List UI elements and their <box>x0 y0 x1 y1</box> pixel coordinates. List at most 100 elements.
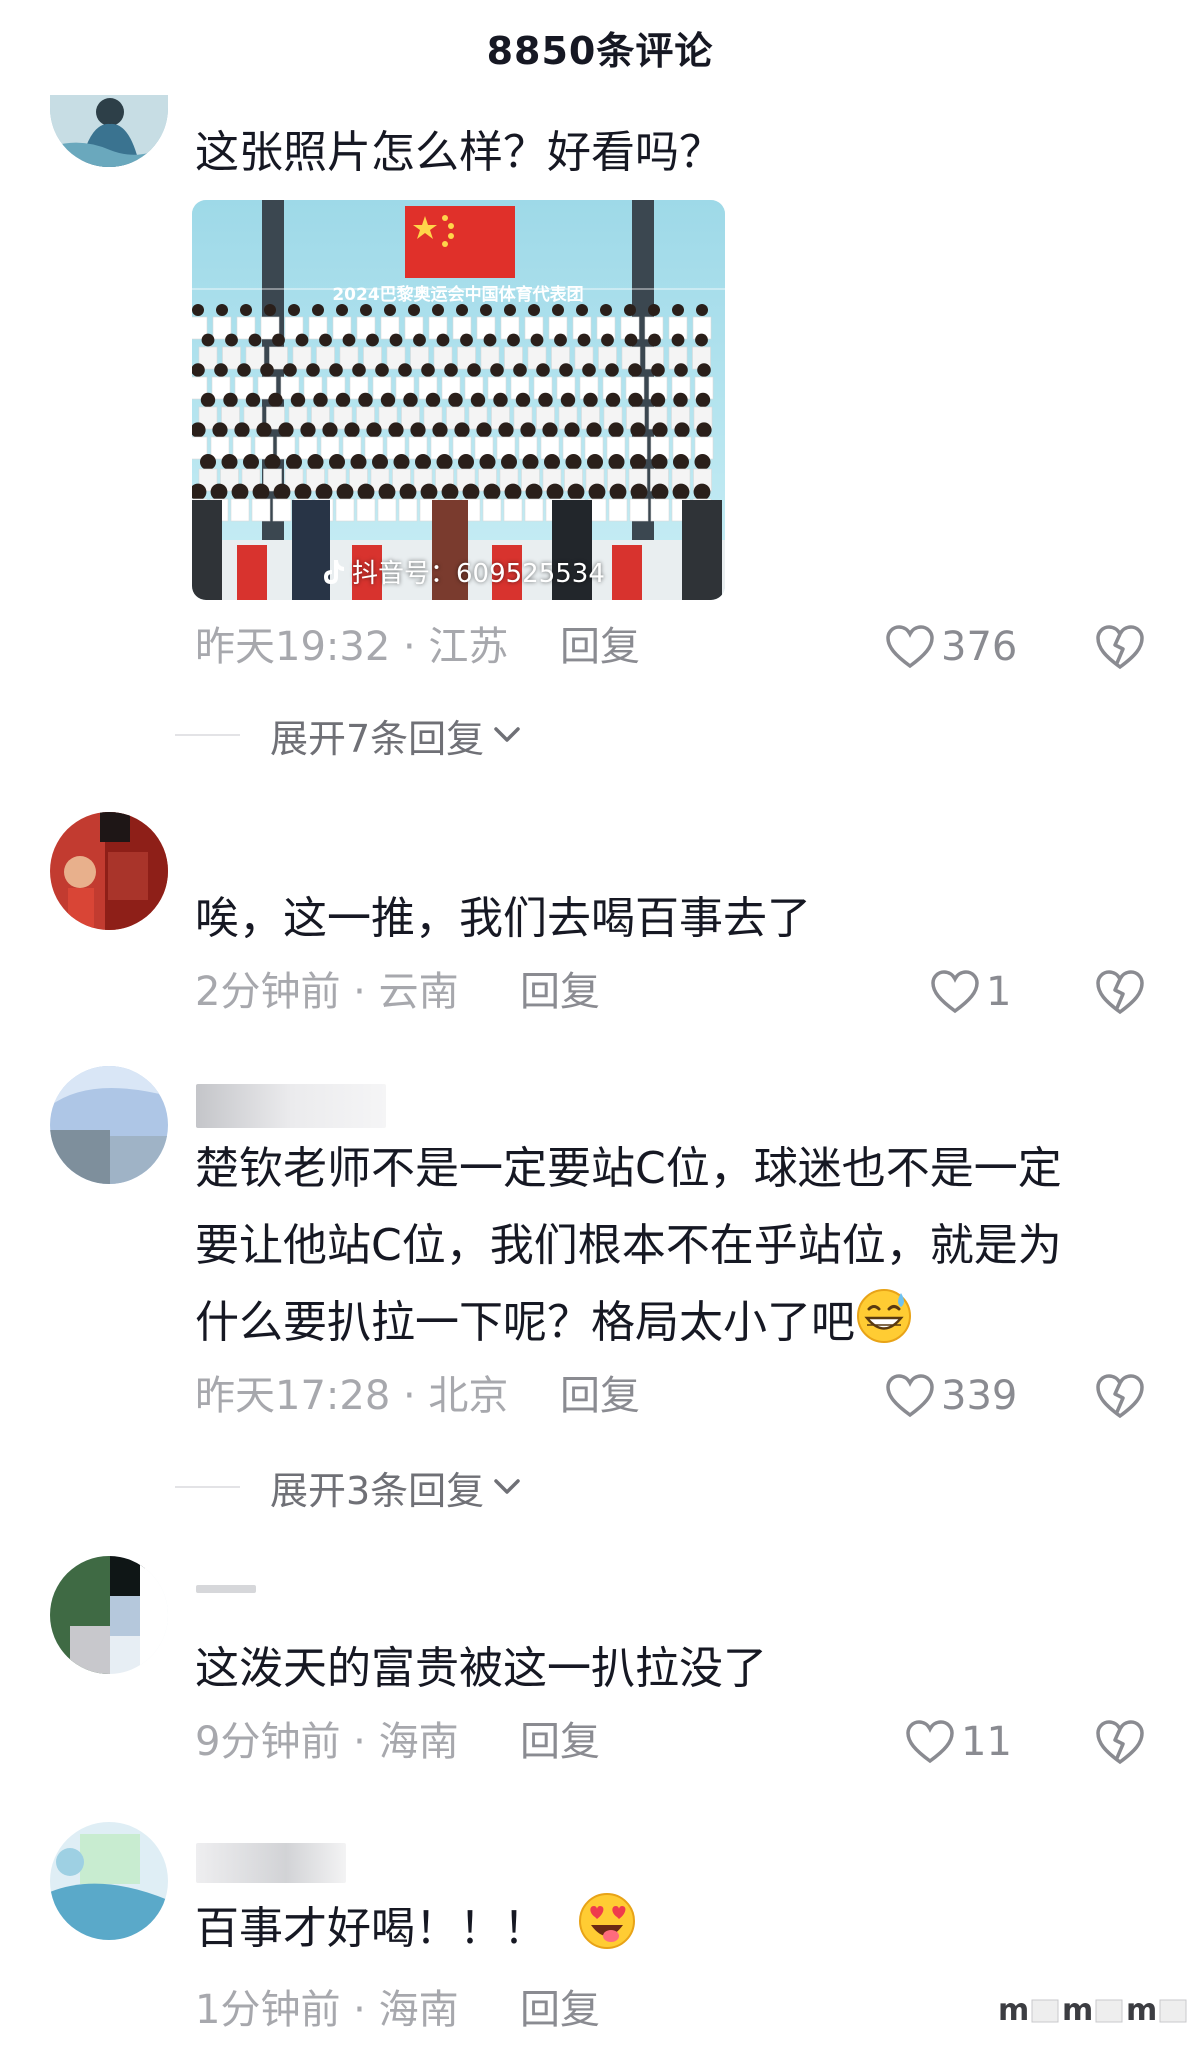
athlete-head <box>467 363 481 377</box>
athlete-head <box>200 392 216 408</box>
athlete-head <box>272 333 285 347</box>
athlete-head <box>192 304 204 316</box>
expand-replies-button[interactable]: 展开3条回复 <box>175 1457 524 1517</box>
athlete-head <box>504 483 522 501</box>
username[interactable] <box>196 1843 346 1891</box>
athlete-head <box>608 454 625 470</box>
expand-replies-button[interactable]: 展开7条回复 <box>175 705 524 765</box>
avatar[interactable] <box>50 1556 168 1674</box>
athlete-head <box>546 483 564 501</box>
broken-heart-icon[interactable] <box>1095 623 1145 671</box>
comment-image[interactable]: 2024巴黎奥运会中国体育代表团 抖音号：609525534 <box>192 200 725 600</box>
athlete-head <box>564 422 580 438</box>
athlete-head <box>601 333 614 347</box>
avatar[interactable] <box>50 812 168 930</box>
grin-sweat-emoji-icon <box>857 1289 911 1343</box>
athlete-head <box>652 422 668 438</box>
like-count: 376 <box>941 624 1018 670</box>
athlete-head <box>587 454 603 470</box>
username[interactable] <box>196 1084 386 1136</box>
like-button[interactable]: 376 <box>885 617 1017 677</box>
like-button[interactable]: 1 <box>930 962 1011 1022</box>
athlete-head <box>697 363 711 377</box>
athlete-head <box>420 483 438 501</box>
athlete-head <box>483 483 501 501</box>
athlete-head <box>480 304 492 316</box>
comment-time-location: 昨天17:28 · 北京 <box>195 1373 509 1419</box>
athlete-head <box>398 363 412 377</box>
athlete-head <box>240 304 252 316</box>
reply-button[interactable]: 回复 <box>520 1980 600 2040</box>
athlete-uniform <box>251 498 271 522</box>
athlete-head <box>342 333 356 347</box>
athlete-head <box>243 454 259 470</box>
athlete-head <box>628 363 642 377</box>
athlete-head <box>588 483 606 501</box>
athlete-uniform <box>272 498 292 522</box>
athlete-head <box>366 422 382 438</box>
athlete-head <box>210 483 228 501</box>
reply-button[interactable]: 回复 <box>560 617 640 677</box>
avatar-image <box>50 1822 168 1940</box>
athlete-head <box>501 454 517 470</box>
avatar[interactable] <box>50 1066 168 1184</box>
athlete-head <box>538 392 553 408</box>
athlete-head <box>436 333 450 347</box>
athlete-head <box>696 422 712 438</box>
like-count: 339 <box>941 1373 1018 1419</box>
athlete-head <box>336 483 354 501</box>
comment-text: 百事才好喝！！！ <box>195 1890 1155 1967</box>
avatar[interactable] <box>50 1822 168 1940</box>
broken-heart-icon[interactable] <box>1095 1372 1145 1420</box>
broken-heart-icon[interactable] <box>1095 968 1145 1016</box>
broken-heart-icon[interactable] <box>1095 1718 1145 1766</box>
athlete-head <box>286 454 302 470</box>
comment-text: 楚钦老师不是一定要站C位，球迷也不是一定 要让他站C位，我们根本不在乎站位，就是… <box>195 1130 1155 1361</box>
comments-header: 8850条评论 <box>0 0 1200 95</box>
athlete-head <box>352 363 366 377</box>
comment-line: 楚钦老师不是一定要站C位，球迷也不是一定 <box>195 1143 1062 1194</box>
athlete-head <box>312 304 324 316</box>
heart-eyes-emoji-icon <box>579 1893 635 1949</box>
athlete-head <box>223 392 238 408</box>
athlete-head <box>290 392 306 408</box>
watermark-text: 抖音号：609525534 <box>352 559 605 589</box>
reply-button[interactable]: 回复 <box>560 1366 640 1426</box>
avatar[interactable] <box>50 92 168 167</box>
comment-line: 要让他站C位，我们根本不在乎站位，就是为 <box>195 1220 1062 1271</box>
like-button[interactable]: 11 <box>905 1712 1012 1772</box>
athlete-head <box>522 454 539 470</box>
athlete-head <box>630 483 648 501</box>
athlete-head <box>200 454 216 470</box>
reply-button[interactable]: 回复 <box>520 1712 600 1772</box>
athlete-head <box>278 422 294 438</box>
athlete-head <box>245 392 261 408</box>
athlete-head <box>444 363 458 377</box>
athlete-uniform <box>482 498 502 522</box>
athlete-head <box>448 392 463 408</box>
chevron-down-icon <box>494 1479 520 1494</box>
athlete-head <box>483 333 497 347</box>
athlete-head <box>432 422 448 438</box>
athlete-head <box>479 454 496 470</box>
athlete-head <box>366 333 379 347</box>
athlete-head <box>520 422 536 438</box>
athlete-head <box>673 454 689 470</box>
athlete-head <box>560 392 576 408</box>
photo-banner: 2024巴黎奥运会中国体育代表团 <box>332 284 583 305</box>
athlete-head <box>421 363 435 377</box>
athlete-head <box>498 422 514 438</box>
athlete-head <box>384 304 396 316</box>
athlete-head <box>389 333 403 347</box>
like-button[interactable]: 339 <box>885 1366 1017 1426</box>
comment-text: 这泼天的富贵被这一扒拉没了 <box>195 1643 767 1694</box>
athlete-uniform <box>524 498 544 522</box>
expand-replies-label: 展开7条回复 <box>270 716 485 761</box>
athlete-head <box>493 392 508 408</box>
athlete-head <box>252 483 270 501</box>
athlete-head <box>582 363 596 377</box>
username[interactable] <box>196 1566 256 1601</box>
athlete-head <box>288 304 300 316</box>
athlete-head <box>695 333 708 347</box>
reply-button[interactable]: 回复 <box>520 962 600 1022</box>
